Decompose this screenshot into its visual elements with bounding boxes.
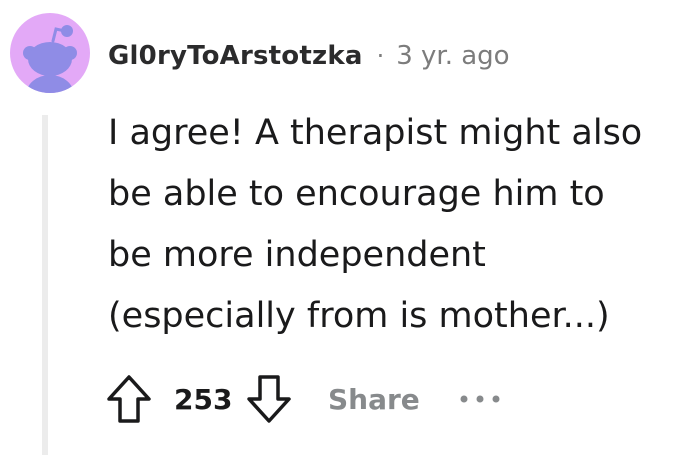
reddit-snoo-avatar-icon bbox=[23, 25, 77, 93]
avatar[interactable] bbox=[10, 13, 90, 93]
comment-meta: Gl0ryToArstotzka · 3 yr. ago bbox=[108, 36, 510, 76]
downvote-arrow-icon bbox=[247, 375, 291, 423]
thread-collapse-line[interactable] bbox=[42, 115, 48, 455]
downvote-button[interactable] bbox=[240, 370, 298, 428]
comment-actions: 253 Share bbox=[100, 370, 508, 428]
comment-body: I agree! A therapist might also be able … bbox=[108, 103, 693, 347]
comment-body-line: be more independent bbox=[108, 235, 486, 275]
comment: Gl0ryToArstotzka · 3 yr. ago I agree! A … bbox=[0, 0, 700, 455]
comment-body-line: I agree! A therapist might also bbox=[108, 113, 643, 153]
more-options-button[interactable] bbox=[458, 379, 508, 419]
comment-body-line: (especially from is mother...) bbox=[108, 296, 610, 336]
upvote-arrow-icon bbox=[107, 375, 151, 423]
meta-separator: · bbox=[376, 42, 385, 70]
more-options-icon bbox=[460, 395, 500, 403]
comment-body-line: be able to encourage him to bbox=[108, 174, 605, 214]
username-link[interactable]: Gl0ryToArstotzka bbox=[108, 41, 363, 71]
share-button[interactable]: Share bbox=[328, 383, 420, 416]
vote-score: 253 bbox=[174, 382, 233, 416]
timestamp[interactable]: 3 yr. ago bbox=[396, 41, 509, 71]
upvote-button[interactable] bbox=[100, 370, 158, 428]
